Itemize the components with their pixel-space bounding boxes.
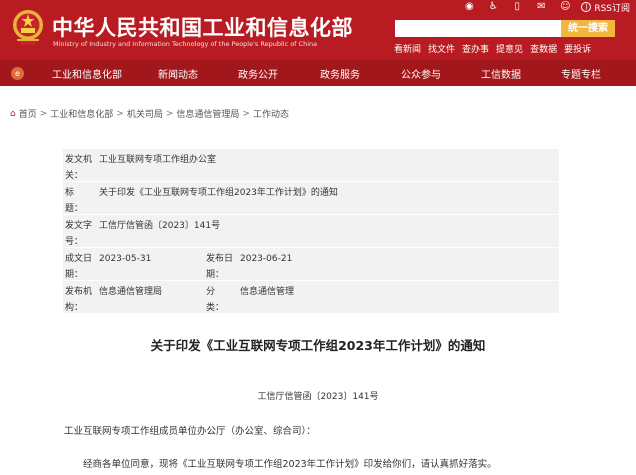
- doc-no-label: 发文字号：: [65, 221, 93, 247]
- doc-no-value: 工信厅信管函〔2023〕141号: [99, 221, 221, 231]
- meta-row-doc-no: 发文字号： 工信厅信管函〔2023〕141号: [63, 215, 559, 248]
- nav-item-public-participation[interactable]: 公众参与: [381, 66, 461, 81]
- title-label: 标 题：: [65, 188, 84, 214]
- meta-row-title: 标 题： 关于印发《工业互联网专项工作组2023年工作计划》的通知: [63, 182, 559, 215]
- search-input[interactable]: [395, 20, 561, 37]
- site-subtitle: Ministry of Industry and Information Tec…: [53, 40, 318, 48]
- title-value: 关于印发《工业互联网专项工作组2023年工作计划》的通知: [99, 188, 338, 198]
- quick-link-news[interactable]: 看新闻: [394, 42, 421, 55]
- breadcrumb-home[interactable]: 首页: [19, 107, 37, 120]
- category-label: 分 类：: [206, 287, 225, 313]
- breadcrumb-separator: >: [242, 108, 250, 119]
- breadcrumb-separator: >: [116, 108, 124, 119]
- publisher-label: 发布机构：: [65, 287, 93, 313]
- breadcrumb-work-updates[interactable]: 工作动态: [253, 107, 289, 120]
- national-emblem-icon[interactable]: [11, 8, 45, 48]
- breadcrumb-separator: >: [39, 108, 48, 119]
- main-nav: e 工业和信息化部 新闻动态 政务公开 政务服务 公众参与 工信数据 专题专栏: [0, 60, 636, 86]
- quick-link-data[interactable]: 查数据: [530, 42, 557, 55]
- article-body-paragraph: 经商各单位同意，现将《工业互联网专项工作组2023年工作计划》印发给你们，请认真…: [83, 459, 497, 470]
- document-metadata-table: 发文机关： 工业互联网专项工作组办公室 标 题： 关于印发《工业互联网专项工作组…: [63, 149, 559, 314]
- site-title[interactable]: 中华人民共和国工业和信息化部: [52, 12, 353, 42]
- accessibility-icon[interactable]: ♿: [487, 1, 499, 13]
- category-value: 信息通信管理: [240, 287, 295, 297]
- mail-icon[interactable]: ✉: [535, 1, 547, 13]
- nav-home-button[interactable]: e: [0, 60, 35, 86]
- breadcrumb-ict-bureau[interactable]: 信息通信管理局: [176, 107, 239, 120]
- article-title: 关于印发《工业互联网专项工作组2023年工作计划》的通知: [150, 338, 486, 353]
- rss-label: RSS订阅: [594, 3, 630, 14]
- issuer-label: 发文机关：: [65, 155, 93, 181]
- meta-row-issuer: 发文机关： 工业互联网专项工作组办公室: [63, 149, 559, 182]
- breadcrumb-miit[interactable]: 工业和信息化部: [50, 107, 113, 120]
- meta-row-dates: 成文日期： 2023-05-31 发布日期： 2023-06-21: [63, 248, 559, 281]
- date-label: 成文日期：: [65, 254, 93, 280]
- nav-item-data[interactable]: 工信数据: [461, 66, 541, 81]
- nav-items: 工业和信息化部 新闻动态 政务公开 政务服务 公众参与 工信数据 专题专栏: [35, 66, 621, 81]
- quick-links: 看新闻 找文件 查办事 提意见 查数据 要投诉: [394, 42, 591, 55]
- mobile-icon[interactable]: ▯: [511, 1, 523, 13]
- date-value: 2023-05-31: [99, 254, 152, 264]
- quick-link-files[interactable]: 找文件: [428, 42, 455, 55]
- nav-item-gov-services[interactable]: 政务服务: [299, 66, 381, 81]
- rss-subscribe-link[interactable]: ) RSS订阅: [581, 1, 630, 14]
- breadcrumb-separator: >: [165, 108, 174, 119]
- publish-date-value: 2023-06-21: [240, 254, 293, 264]
- publish-date-label: 发布日期：: [206, 254, 234, 280]
- quick-link-complaint[interactable]: 要投诉: [564, 42, 591, 55]
- breadcrumb: ⌂ 首页 > 工业和信息化部 > 机关司局 > 信息通信管理局 > 工作动态: [10, 107, 289, 121]
- meta-row-publisher: 发布机构： 信息通信管理局 分 类： 信息通信管理: [63, 281, 559, 314]
- user-icon[interactable]: ☺: [559, 1, 571, 13]
- breadcrumb-departments[interactable]: 机关司局: [127, 107, 163, 120]
- issuer-value: 工业互联网专项工作组办公室: [99, 155, 217, 165]
- home-icon: e: [11, 66, 24, 80]
- quick-link-feedback[interactable]: 提意见: [496, 42, 523, 55]
- article-salutation: 工业互联网专项工作组成员单位办公厅（办公室、综合司）：: [64, 426, 316, 437]
- utility-bar: ◉ ♿ ▯ ✉ ☺ ) RSS订阅: [451, 0, 636, 14]
- search-button[interactable]: 统一搜索: [561, 20, 615, 37]
- home-icon: ⌂: [10, 108, 16, 119]
- quick-link-services[interactable]: 查办事: [462, 42, 489, 55]
- site-header: 中华人民共和国工业和信息化部 Ministry of Industry and …: [0, 0, 636, 60]
- weibo-icon[interactable]: ◉: [463, 1, 475, 13]
- nav-item-miit[interactable]: 工业和信息化部: [35, 66, 139, 81]
- article-doc-number: 工信厅信管函〔2023〕141号: [257, 392, 379, 402]
- nav-item-gov-affairs[interactable]: 政务公开: [217, 66, 299, 81]
- nav-item-topics[interactable]: 专题专栏: [541, 66, 621, 81]
- publisher-value: 信息通信管理局: [99, 287, 163, 297]
- nav-item-news[interactable]: 新闻动态: [139, 66, 217, 81]
- rss-icon: ): [581, 2, 592, 12]
